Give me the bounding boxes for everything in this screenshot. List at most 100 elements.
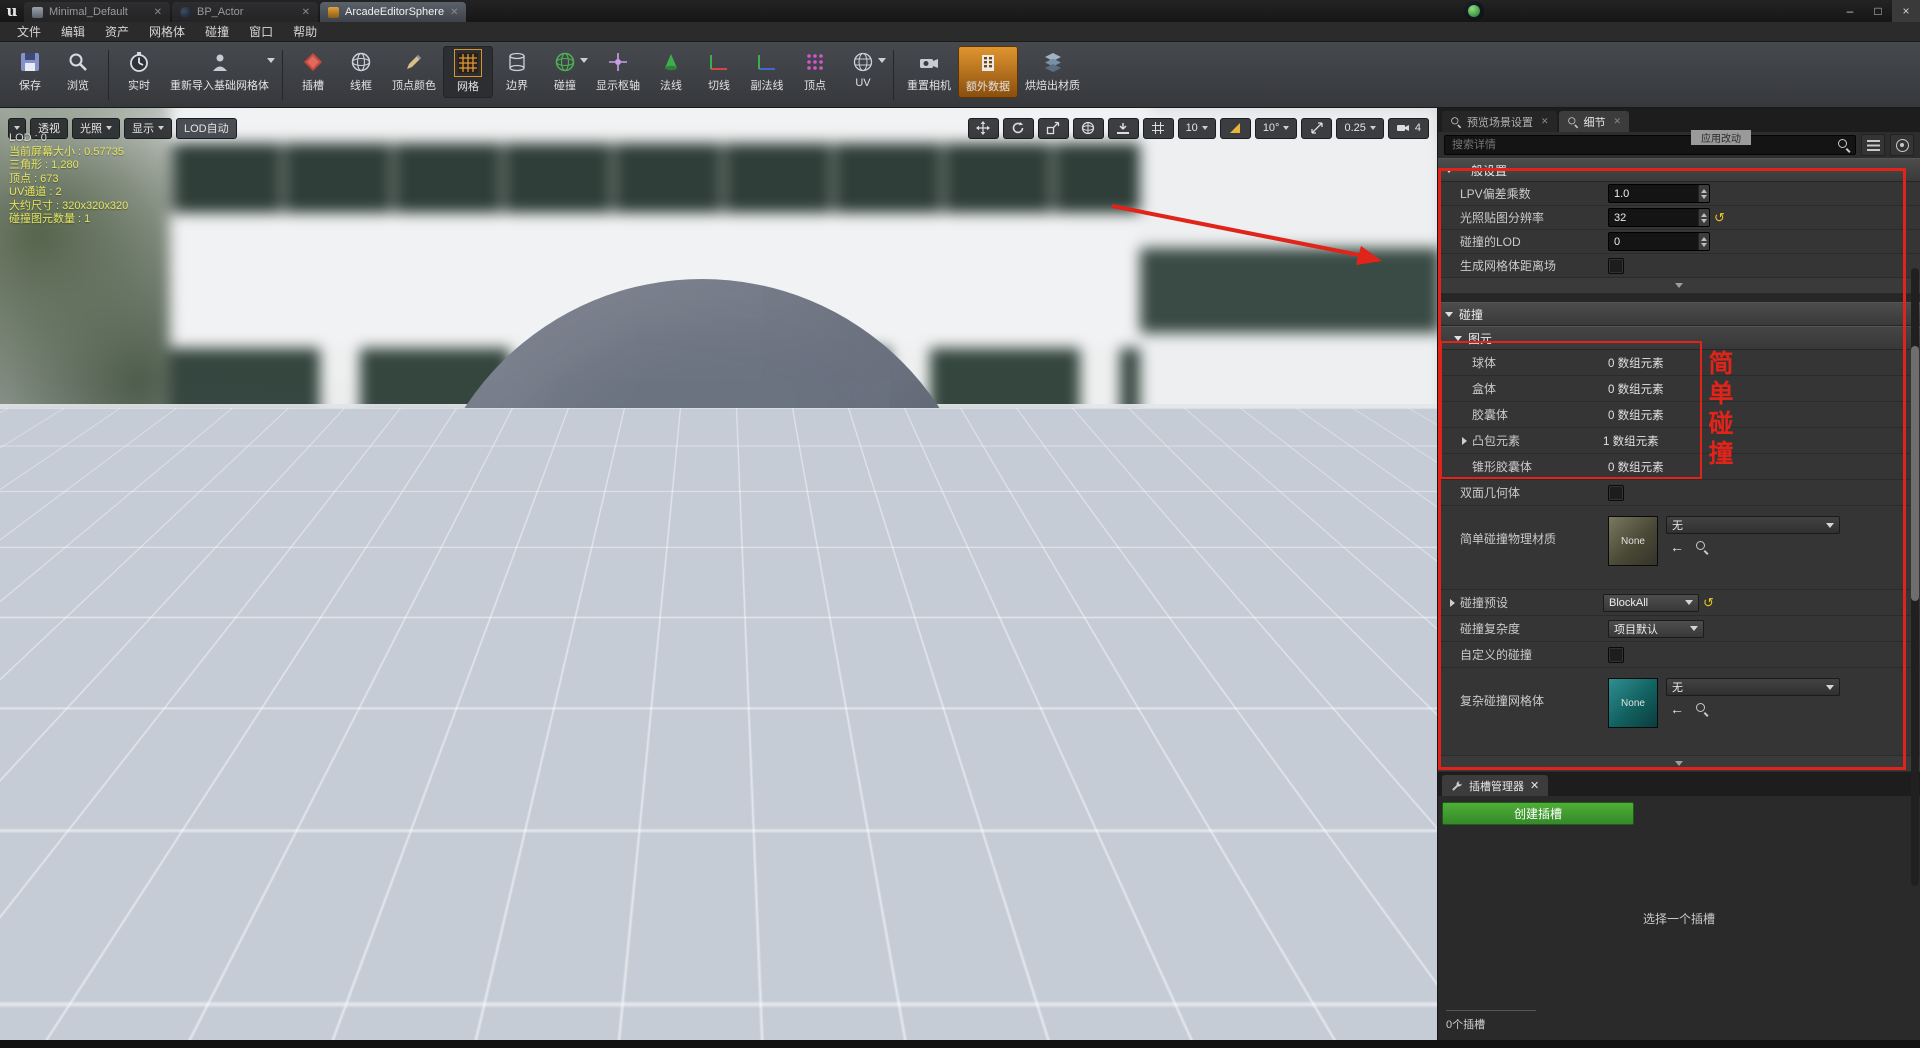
browse-button[interactable]: 浏览: [54, 46, 102, 96]
close-tab-icon[interactable]: ✕: [450, 7, 458, 18]
reset-to-default-icon[interactable]: ↺: [1714, 211, 1725, 224]
subcategory-primitives[interactable]: 图元: [1438, 326, 1920, 350]
collision-complexity-dropdown[interactable]: 项目默认: [1608, 620, 1704, 638]
rotation-snap-value[interactable]: 10°: [1255, 118, 1298, 139]
rotation-snap-toggle[interactable]: [1220, 118, 1251, 139]
close-tab-icon[interactable]: ✕: [154, 7, 162, 18]
collision-view-button[interactable]: 碰撞: [541, 46, 589, 96]
instance-status-icon[interactable]: [1464, 1, 1484, 21]
details-scrollbar[interactable]: [1911, 268, 1919, 886]
use-selected-asset-icon[interactable]: ←: [1670, 702, 1684, 716]
collapsed-arrow-icon[interactable]: [1462, 437, 1467, 445]
visibility-filter-button[interactable]: [1890, 134, 1914, 156]
asset-thumbnail-none[interactable]: None: [1608, 678, 1658, 728]
browse-to-asset-icon[interactable]: [1696, 541, 1708, 553]
close-window-button[interactable]: ×: [1892, 0, 1920, 22]
collision-preset-dropdown[interactable]: BlockAll: [1603, 594, 1699, 612]
camera-speed-button[interactable]: 4: [1388, 118, 1429, 139]
window-tab-arcade-editor-sphere[interactable]: ArcadeEditorSphere ✕: [320, 2, 466, 22]
show-pivot-button[interactable]: 显示枢轴: [589, 46, 647, 96]
collision-lod-spinbox[interactable]: 0: [1608, 232, 1710, 251]
lightmap-res-spinbox[interactable]: 32: [1608, 208, 1710, 227]
custom-collision-checkbox[interactable]: [1608, 647, 1624, 663]
tangents-button[interactable]: 切线: [695, 46, 743, 96]
chevron-down-icon[interactable]: [878, 58, 886, 63]
menu-item-collision[interactable]: 碰撞: [196, 21, 238, 42]
bake-materials-button[interactable]: 烘焙出材质: [1018, 46, 1087, 96]
asset-thumbnail-none[interactable]: None: [1608, 516, 1658, 566]
translate-tool-button[interactable]: [968, 118, 999, 139]
menu-item-window[interactable]: 窗口: [240, 21, 282, 42]
menu-item-file[interactable]: 文件: [8, 21, 50, 42]
rotate-tool-button[interactable]: [1003, 118, 1034, 139]
category-general-settings[interactable]: 一般设置: [1438, 158, 1920, 182]
advanced-expander[interactable]: [1438, 756, 1920, 772]
maximize-button[interactable]: □: [1864, 0, 1892, 22]
tab-details[interactable]: 细节 ✕: [1559, 111, 1630, 132]
complex-mesh-dropdown[interactable]: 无: [1666, 678, 1840, 696]
window-tab-bp-actor[interactable]: BP_Actor ✕: [172, 2, 318, 22]
search-input[interactable]: [1450, 138, 1838, 152]
menu-item-help[interactable]: 帮助: [284, 21, 326, 42]
create-socket-button[interactable]: 创建插槽: [1442, 802, 1634, 825]
reset-camera-button[interactable]: 重置相机: [900, 46, 958, 96]
surface-snap-button[interactable]: [1108, 118, 1139, 139]
coordinate-system-button[interactable]: [1073, 118, 1104, 139]
collapsed-arrow-icon[interactable]: [1450, 599, 1455, 607]
realtime-button[interactable]: 实时: [115, 46, 163, 96]
menu-item-asset[interactable]: 资产: [96, 21, 138, 42]
minimize-button[interactable]: –: [1836, 0, 1864, 22]
tab-preview-scene-settings[interactable]: 预览场景设置 ✕: [1442, 111, 1557, 132]
wireframe-button[interactable]: 线框: [337, 46, 385, 96]
show-flags-button[interactable]: 显示: [124, 118, 172, 139]
double-sided-checkbox[interactable]: [1608, 485, 1624, 501]
reimport-base-mesh-button[interactable]: 重新导入基础网格体: [163, 46, 276, 96]
window-tab-minimal-default[interactable]: Minimal_Default ✕: [24, 2, 170, 22]
spinner-arrows[interactable]: [1698, 185, 1709, 202]
viewport-3d[interactable]: 透视 光照 显示 LOD自动 10 10° 0.25 4 LOD: [0, 108, 1437, 1040]
scrollbar-thumb[interactable]: [1911, 346, 1919, 601]
close-tab-icon[interactable]: ✕: [1530, 779, 1539, 792]
chevron-down-icon[interactable]: [267, 58, 275, 63]
search-box[interactable]: [1444, 135, 1856, 155]
advanced-expander[interactable]: [1438, 278, 1920, 294]
vertices-button[interactable]: 顶点: [791, 46, 839, 96]
category-collision[interactable]: 碰撞: [1438, 302, 1920, 326]
save-button[interactable]: 保存: [6, 46, 54, 96]
menu-item-edit[interactable]: 编辑: [52, 21, 94, 42]
menu-item-mesh[interactable]: 网格体: [140, 21, 194, 42]
chevron-down-icon: [1202, 126, 1208, 130]
bounds-button[interactable]: 边界: [493, 46, 541, 96]
property-row-complex-collision-mesh: 复杂碰撞网格体 None 无 ←: [1438, 668, 1920, 756]
spinner-arrows[interactable]: [1698, 209, 1709, 226]
scale-tool-button[interactable]: [1038, 118, 1069, 139]
chevron-down-icon[interactable]: [580, 58, 588, 63]
reset-to-default-icon[interactable]: ↺: [1703, 596, 1714, 609]
use-selected-asset-icon[interactable]: ←: [1670, 540, 1684, 554]
close-tab-icon[interactable]: ✕: [1614, 116, 1622, 127]
vertex-colors-button[interactable]: 顶点颜色: [385, 46, 443, 96]
close-tab-icon[interactable]: ✕: [302, 7, 310, 18]
normals-button[interactable]: 法线: [647, 46, 695, 96]
checkered-sphere-mesh[interactable]: [419, 279, 985, 845]
binormals-button[interactable]: 副法线: [743, 46, 791, 96]
lod-auto-button[interactable]: LOD自动: [176, 118, 237, 139]
additional-data-button[interactable]: 额外数据: [958, 46, 1018, 98]
simple-material-dropdown[interactable]: 无: [1666, 516, 1840, 534]
uv-button[interactable]: UV: [839, 46, 887, 92]
distance-field-checkbox[interactable]: [1608, 258, 1624, 274]
grid-snap-value[interactable]: 10: [1178, 118, 1216, 139]
scale-snap-toggle[interactable]: [1301, 118, 1332, 139]
grid-snap-toggle[interactable]: [1143, 118, 1174, 139]
scale-snap-value[interactable]: 0.25: [1336, 118, 1383, 139]
grid-toggle-button[interactable]: 网格: [443, 46, 493, 98]
apply-changes-button[interactable]: 应用改动: [1691, 130, 1751, 145]
sockets-button[interactable]: 插槽: [289, 46, 337, 96]
close-tab-icon[interactable]: ✕: [1541, 116, 1549, 127]
browse-to-asset-icon[interactable]: [1696, 703, 1708, 715]
lpv-bias-spinbox[interactable]: 1.0: [1608, 184, 1710, 203]
realtime-clock-icon: [126, 49, 152, 75]
view-options-button[interactable]: [1861, 134, 1885, 156]
tab-socket-manager[interactable]: 插槽管理器 ✕: [1442, 775, 1548, 796]
spinner-arrows[interactable]: [1698, 233, 1709, 250]
